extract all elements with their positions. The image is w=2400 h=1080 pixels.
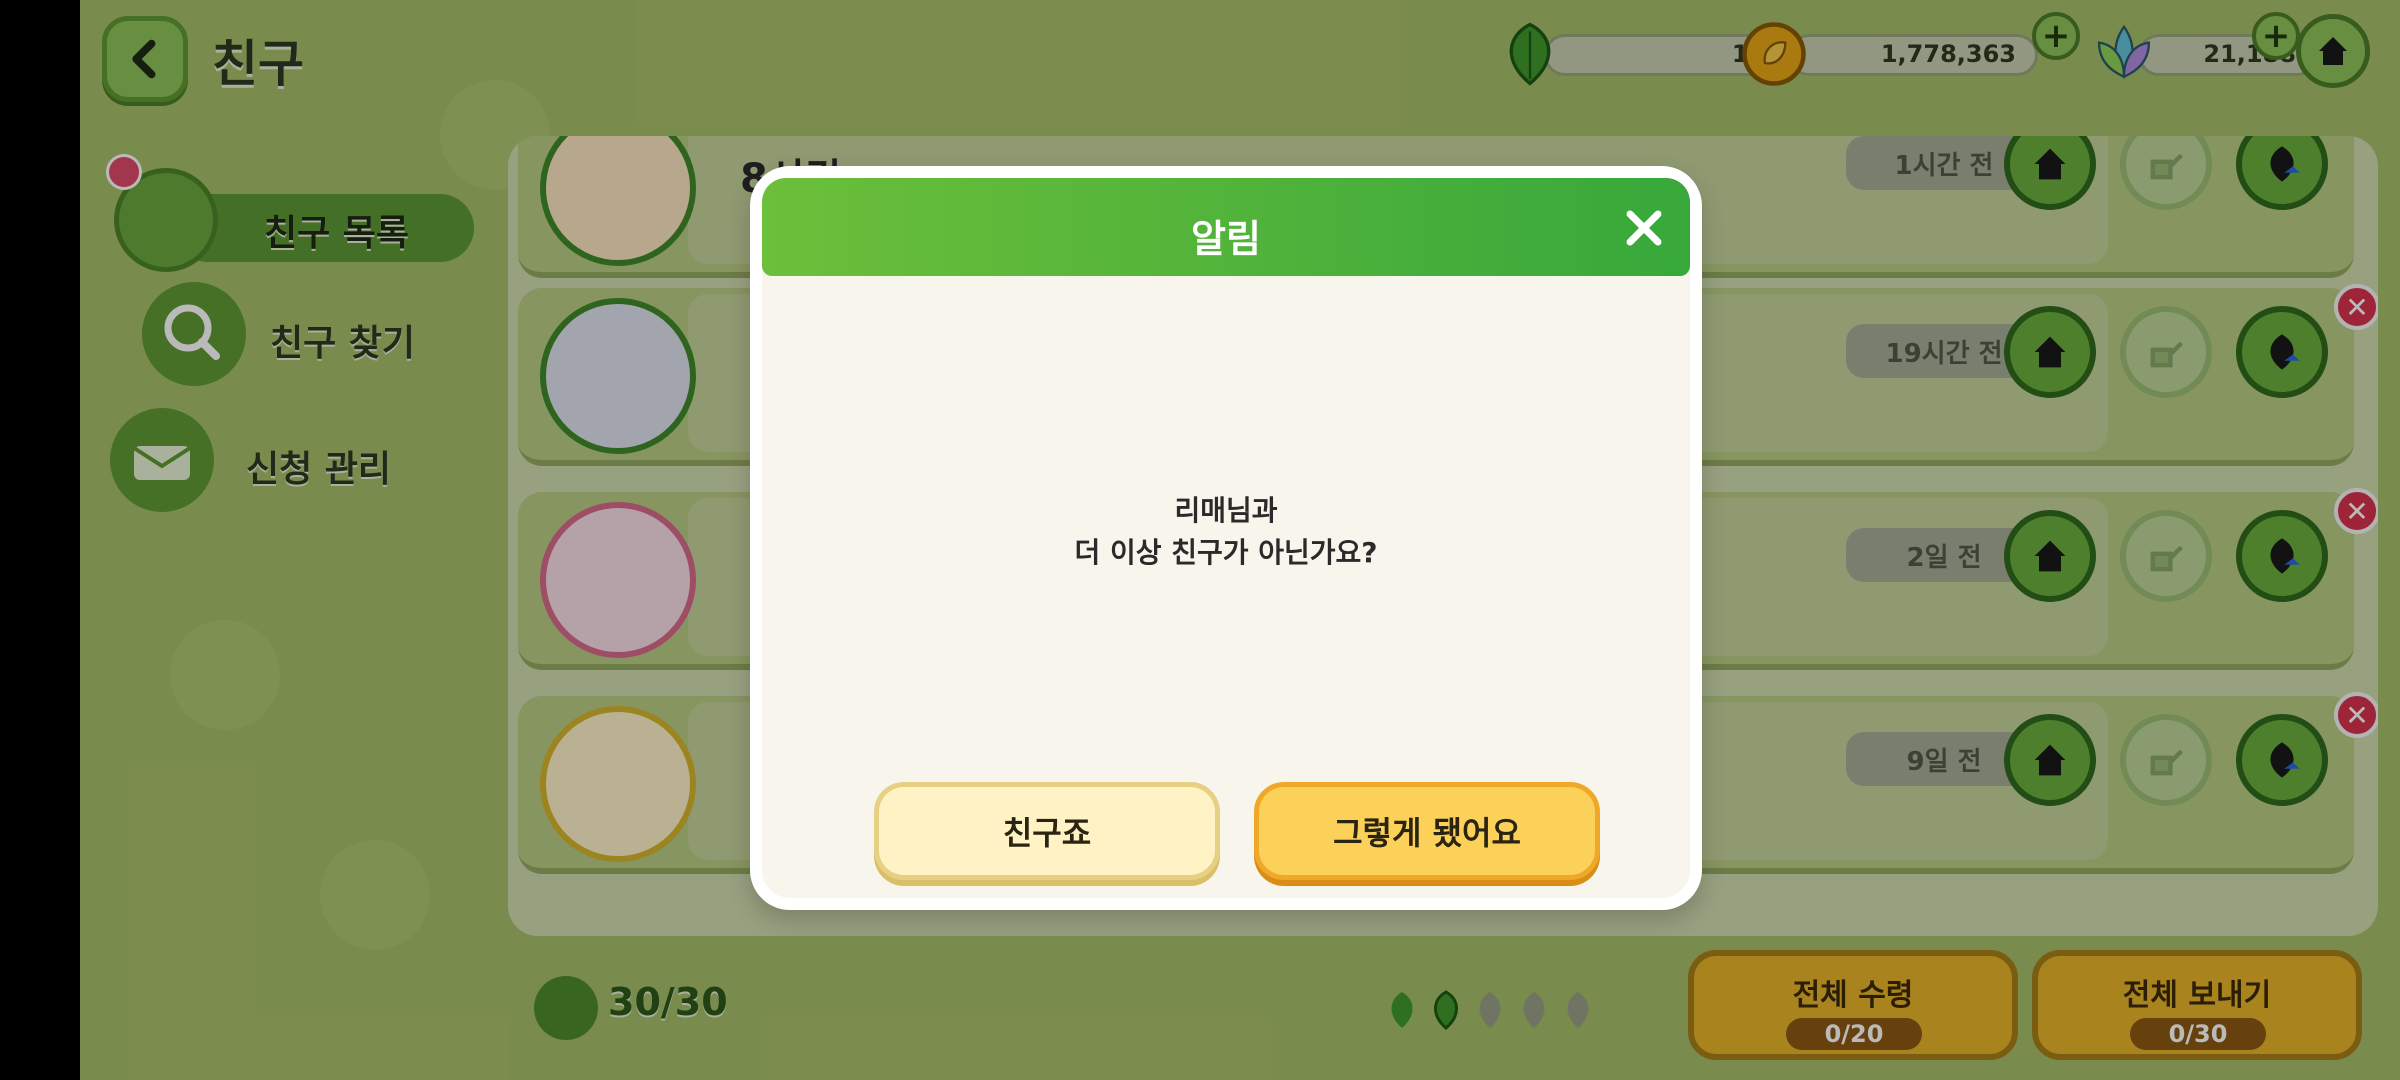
dialog-message-line2: 더 이상 친구가 아닌가요? <box>1074 536 1378 569</box>
dialog-message-line1: 리매님과 <box>1174 494 1278 527</box>
confirm-dialog: 알림 리매님과 더 이상 친구가 아닌가요? 친구죠 그렇게 됐어요 <box>750 166 1702 910</box>
dialog-title: 알림 <box>1191 217 1261 261</box>
game-screen: 친구 141 1,778,363 + 21,188 + <box>80 0 2400 1080</box>
confirm-button[interactable]: 그렇게 됐어요 <box>1254 782 1600 880</box>
cancel-button[interactable]: 친구죠 <box>874 782 1220 880</box>
dialog-message: 리매님과 더 이상 친구가 아닌가요? <box>762 490 1690 574</box>
close-icon[interactable] <box>1622 206 1666 250</box>
